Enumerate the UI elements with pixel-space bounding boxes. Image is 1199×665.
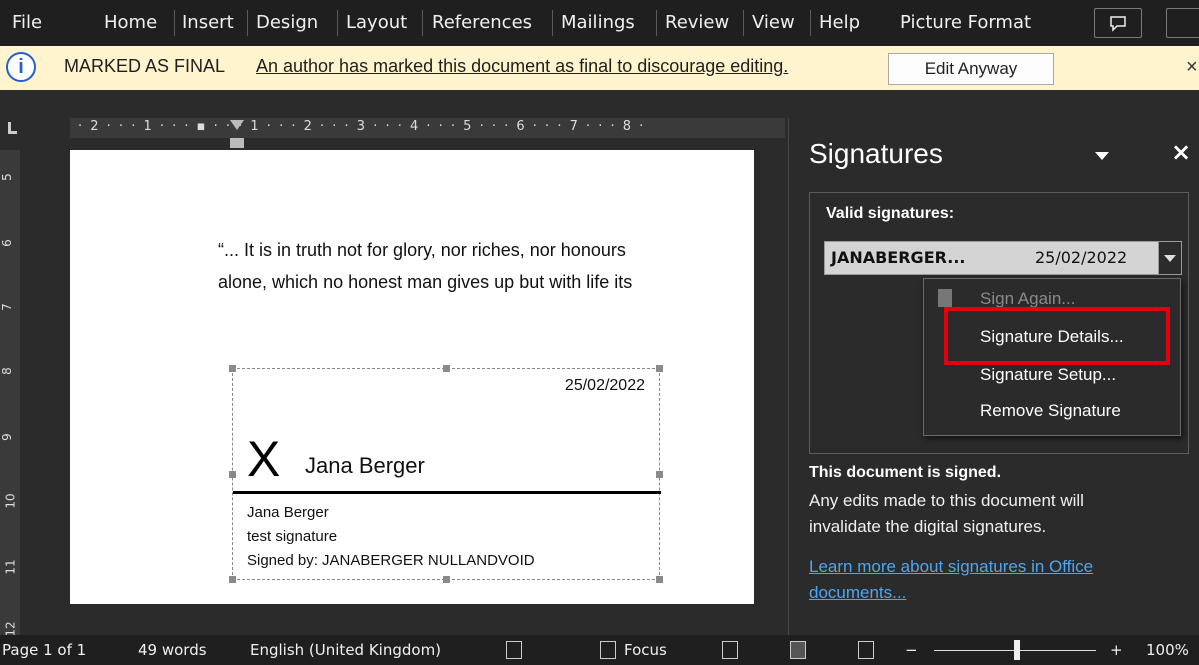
edit-anyway-button[interactable]: Edit Anyway [888, 53, 1054, 85]
info-title: MARKED AS FINAL [64, 56, 226, 76]
info-icon: i [6, 52, 36, 82]
resize-handle[interactable] [656, 365, 663, 372]
tab-separator [656, 10, 657, 36]
tab-selector-icon[interactable] [0, 118, 20, 138]
signed-title: This document is signed. [809, 464, 1002, 481]
tab-layout[interactable]: Layout [346, 0, 407, 46]
tab-review[interactable]: Review [665, 0, 729, 46]
zoom-slider-thumb[interactable] [1014, 640, 1020, 660]
ruler-number: 10 [3, 493, 18, 509]
resize-handle[interactable] [443, 365, 450, 372]
quote-line: “... It is in truth not for glory, nor r… [218, 240, 626, 260]
page-count[interactable]: Page 1 of 1 [2, 641, 86, 659]
signature-line-box[interactable]: 25/02/2022 X Jana Berger Jana Berger tes… [229, 365, 663, 583]
signer-name: Jana Berger [247, 504, 329, 521]
marked-as-final-bar: i MARKED AS FINAL An author has marked t… [0, 46, 1199, 90]
ruler-number: 5 [0, 173, 14, 181]
pane-options-icon[interactable] [1095, 152, 1109, 160]
status-bar: Page 1 of 1 49 words English (United Kin… [0, 635, 1199, 665]
ruler-number: 11 [3, 559, 18, 575]
signatures-pane: Signatures × Valid signatures: JANABERGE… [788, 118, 1199, 635]
valid-signatures-label: Valid signatures: [826, 205, 955, 222]
menu-item-sign-again[interactable]: Sign Again... [980, 289, 1075, 309]
tab-view[interactable]: View [752, 0, 795, 46]
tab-separator [247, 10, 248, 36]
ruler-number: 9 [0, 433, 14, 441]
signature-entry-name: JANABERGER... [831, 248, 966, 267]
signed-by: Signed by: JANABERGER NULLANDVOID [247, 552, 535, 569]
tab-home[interactable]: Home [104, 0, 157, 46]
print-layout-icon[interactable] [790, 641, 806, 659]
close-icon[interactable]: × [1171, 138, 1191, 166]
signature-entry[interactable]: JANABERGER... 25/02/2022 [824, 241, 1182, 275]
indent-marker-icon[interactable] [230, 120, 244, 150]
more-options-icon[interactable] [1166, 8, 1199, 38]
ruler-number: 7 [0, 303, 14, 311]
read-mode-icon[interactable] [722, 641, 738, 659]
word-count[interactable]: 49 words [138, 641, 207, 659]
zoom-out-button[interactable]: − [905, 641, 918, 659]
tab-insert[interactable]: Insert [182, 0, 234, 46]
signature-name: Jana Berger [305, 453, 425, 478]
ribbon-tab-bar: File Home Insert Design Layout Reference… [0, 0, 1199, 46]
focus-button[interactable]: Focus [624, 641, 667, 659]
tab-mailings[interactable]: Mailings [561, 0, 635, 46]
signature-line [233, 491, 661, 494]
resize-handle[interactable] [229, 576, 236, 583]
zoom-level[interactable]: 100% [1146, 641, 1189, 659]
menu-item-remove-signature[interactable]: Remove Signature [980, 401, 1121, 421]
zoom-in-button[interactable]: + [1110, 641, 1123, 659]
signed-message: Any edits made to this document will inv… [809, 491, 1084, 536]
document-text[interactable]: “... It is in truth not for glory, nor r… [218, 234, 754, 298]
signature-entry-date: 25/02/2022 [1035, 248, 1128, 267]
resize-handle[interactable] [229, 365, 236, 372]
close-icon[interactable]: × [1186, 56, 1198, 79]
ruler-number: 8 [0, 367, 14, 375]
tab-separator [743, 10, 744, 36]
web-layout-icon[interactable] [858, 641, 874, 659]
resize-handle[interactable] [229, 471, 236, 478]
focus-icon[interactable] [600, 641, 616, 659]
info-message-link[interactable]: An author has marked this document as fi… [256, 56, 788, 77]
quote-line: alone, which no honest man gives up but … [218, 272, 633, 292]
menu-item-signature-setup[interactable]: Signature Setup... [980, 365, 1116, 385]
pane-title: Signatures [809, 138, 943, 169]
tab-design[interactable]: Design [256, 0, 318, 46]
signer-details: Jana Berger test signature Signed by: JA… [247, 501, 535, 573]
tab-references[interactable]: References [432, 0, 532, 46]
tab-file[interactable]: File [12, 0, 42, 46]
signature-date: 25/02/2022 [564, 377, 645, 394]
learn-more-link[interactable]: Learn more about signatures in Office do… [809, 554, 1169, 606]
tab-separator [422, 10, 423, 36]
sign-icon [938, 289, 952, 307]
tab-separator [337, 10, 338, 36]
chevron-down-icon[interactable] [1158, 242, 1181, 274]
resize-handle[interactable] [656, 576, 663, 583]
highlight-box [944, 307, 1170, 365]
tab-separator [810, 10, 811, 36]
language[interactable]: English (United Kingdom) [250, 641, 441, 659]
signature-mark: X [247, 431, 281, 487]
resize-handle[interactable] [443, 576, 450, 583]
ruler-number: 6 [0, 239, 14, 247]
tab-separator [174, 10, 175, 36]
ruler-scale: · 2 · · · 1 · · · ▪ · · · 1 · · · 2 · · … [78, 119, 646, 134]
horizontal-ruler[interactable]: · 2 · · · 1 · · · ▪ · · · 1 · · · 2 · · … [70, 118, 785, 138]
resize-handle[interactable] [656, 471, 663, 478]
accessibility-icon[interactable] [506, 641, 522, 659]
tab-picture-format[interactable]: Picture Format [900, 0, 1031, 46]
comment-icon[interactable] [1094, 8, 1142, 38]
document-page[interactable]: “... It is in truth not for glory, nor r… [70, 150, 754, 604]
signer-title: test signature [247, 528, 338, 545]
tab-help[interactable]: Help [819, 0, 860, 46]
vertical-ruler[interactable]: 5 6 7 8 9 10 11 12 [0, 150, 20, 640]
tab-separator [552, 10, 553, 36]
